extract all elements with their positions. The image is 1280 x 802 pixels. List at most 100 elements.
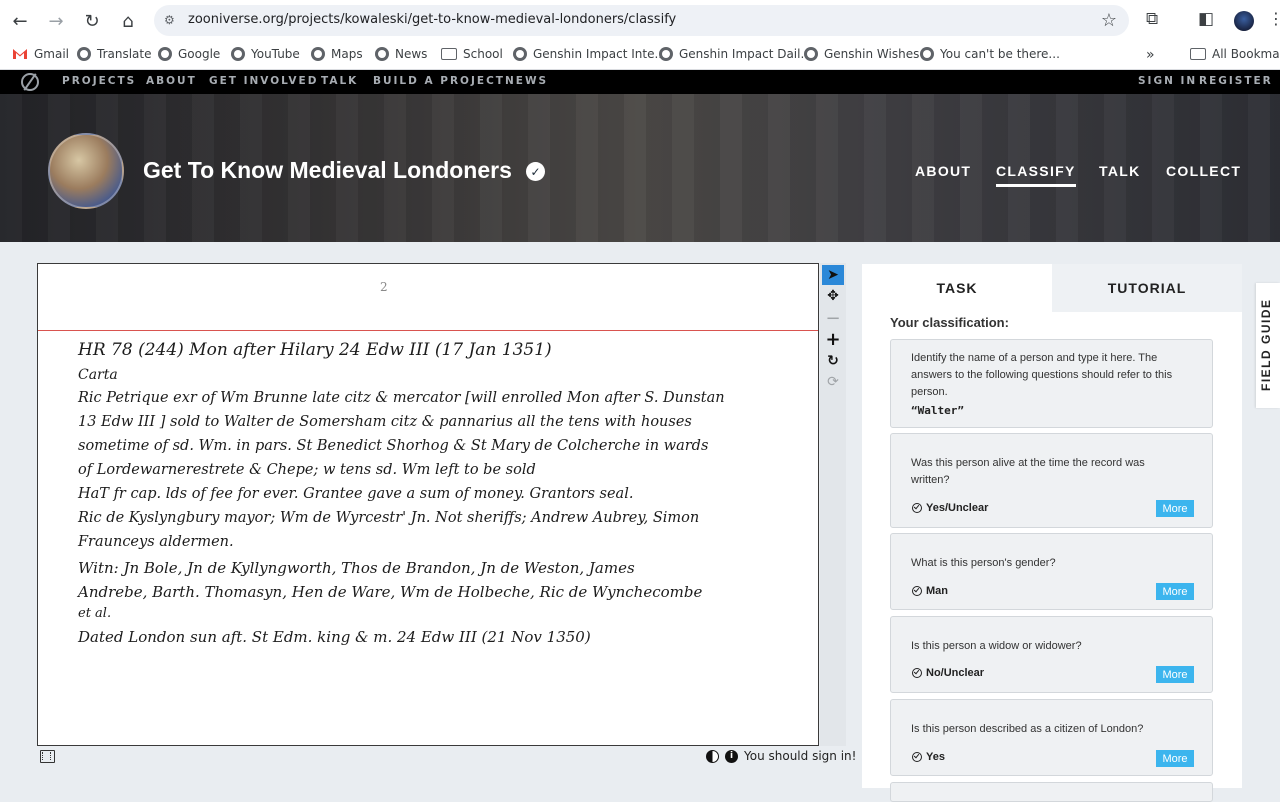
- card-question: Is this person described as a citizen of…: [911, 723, 1144, 735]
- bookmark-youtube[interactable]: YouTube: [231, 47, 300, 61]
- card-question: Is this person a widow or widower?: [911, 640, 1082, 652]
- bookmark-cant-be-there[interactable]: You can't be there...: [920, 47, 1060, 61]
- bookmark-genshin-interactive[interactable]: Genshin Impact Inte...: [513, 47, 666, 61]
- bookmark-label: Genshin Wishes: [824, 47, 920, 61]
- image-toolbar: ➤ ✥ − + ↻ ⟳: [820, 263, 846, 746]
- browser-toolbar: ← → ↻ ⌂ ⚙ zooniverse.org/projects/kowale…: [0, 0, 1280, 42]
- card-answer: “Walter”: [911, 404, 964, 417]
- nav-projects[interactable]: PROJECTS: [62, 75, 136, 87]
- zoom-in-icon[interactable]: +: [822, 329, 844, 350]
- bookmark-label: Genshin Impact Dail...: [679, 47, 812, 61]
- info-icon[interactable]: i: [725, 749, 738, 763]
- bookmark-label: Genshin Impact Inte...: [533, 47, 666, 61]
- tab-collect[interactable]: COLLECT: [1166, 163, 1241, 179]
- check-circle-icon: [912, 752, 922, 762]
- nav-build-project[interactable]: BUILD A PROJECT: [373, 75, 505, 87]
- pointer-icon[interactable]: ➤: [822, 265, 844, 285]
- summary-card: Is this person a widow or widower? No/Un…: [890, 616, 1213, 693]
- signin-note-text[interactable]: You should sign in!: [744, 749, 856, 763]
- move-icon[interactable]: ✥: [822, 286, 844, 306]
- reset-icon[interactable]: ⟳: [822, 372, 844, 392]
- rotate-icon[interactable]: ↻: [822, 351, 844, 371]
- bookmarks-bar: Gmail Translate Google YouTube Maps News…: [0, 42, 1280, 70]
- bookmarks-overflow[interactable]: »: [1146, 47, 1155, 63]
- invert-icon[interactable]: [706, 749, 719, 763]
- card-answer: No/Unclear: [912, 667, 984, 679]
- project-title[interactable]: Get To Know Medieval Londoners: [143, 157, 512, 184]
- handwritten-line: Witn: Jn Bole, Jn de Kyllyngworth, Thos …: [78, 559, 635, 577]
- summary-card: Was this person alive at the time the re…: [890, 433, 1213, 528]
- card-question: What is this person's gender?: [911, 557, 1056, 569]
- film-icon[interactable]: [40, 750, 55, 763]
- bookmark-label: All Bookmarks: [1212, 47, 1280, 61]
- forward-arrow-icon[interactable]: →: [44, 9, 68, 33]
- tab-classify[interactable]: CLASSIFY: [996, 163, 1076, 187]
- profile-avatar[interactable]: [1234, 11, 1254, 31]
- sidebar-icon[interactable]: ◧: [1198, 9, 1214, 29]
- globe-icon: [659, 47, 673, 61]
- nav-talk[interactable]: TALK: [321, 75, 358, 87]
- verified-badge-icon: ✓: [526, 162, 545, 181]
- bookmark-label: Gmail: [34, 47, 70, 61]
- globe-icon: [375, 47, 389, 61]
- bookmark-school[interactable]: School: [441, 47, 503, 61]
- extensions-icon[interactable]: ⧉: [1146, 9, 1158, 29]
- menu-icon[interactable]: ⋮: [1268, 9, 1280, 28]
- handwritten-line: Dated London sun aft. St Edm. king & m. …: [78, 628, 591, 646]
- tab-about[interactable]: ABOUT: [915, 163, 971, 179]
- nav-get-involved[interactable]: GET INVOLVED: [209, 75, 318, 87]
- all-bookmarks[interactable]: All Bookmarks: [1190, 47, 1280, 61]
- answer-text: Yes: [926, 751, 945, 763]
- handwritten-line: HR 78 (244) Mon after Hilary 24 Edw III …: [78, 340, 552, 360]
- zooniverse-logo-icon[interactable]: [21, 73, 39, 91]
- signin-note: i You should sign in!: [706, 749, 856, 763]
- back-arrow-icon[interactable]: ←: [8, 9, 32, 33]
- bookmark-genshin-daily[interactable]: Genshin Impact Dail...: [659, 47, 812, 61]
- check-circle-icon: [912, 668, 922, 678]
- margin-line: [38, 330, 818, 331]
- handwritten-line: of Lordewarnerestrete & Chepe; w tens sd…: [78, 462, 536, 478]
- globe-icon: [77, 47, 91, 61]
- more-button[interactable]: More: [1156, 750, 1194, 767]
- folder-icon: [441, 48, 457, 60]
- register-link[interactable]: REGISTER: [1199, 75, 1273, 87]
- handwritten-line: sometime of sd. Wm. in pars. St Benedict…: [78, 438, 709, 454]
- bookmark-label: Translate: [97, 47, 152, 61]
- nav-news[interactable]: NEWS: [505, 75, 548, 87]
- field-guide-tab[interactable]: FIELD GUIDE: [1256, 283, 1280, 408]
- more-button[interactable]: More: [1156, 500, 1194, 517]
- handwritten-line: Fraunceys aldermen.: [78, 534, 234, 550]
- summary-card: Identify the name of a person and type i…: [890, 339, 1213, 428]
- tab-tutorial[interactable]: TUTORIAL: [1052, 264, 1242, 312]
- url-text[interactable]: zooniverse.org/projects/kowaleski/get-to…: [188, 12, 676, 27]
- tab-talk[interactable]: TALK: [1099, 163, 1141, 179]
- bookmark-maps[interactable]: Maps: [311, 47, 363, 61]
- more-button[interactable]: More: [1156, 666, 1194, 683]
- site-settings-icon[interactable]: ⚙: [164, 13, 180, 29]
- sign-in-link[interactable]: SIGN IN: [1138, 75, 1197, 87]
- home-icon[interactable]: ⌂: [116, 9, 140, 33]
- globe-icon: [231, 47, 245, 61]
- folder-icon: [1190, 48, 1206, 60]
- project-avatar[interactable]: [48, 133, 124, 209]
- handwritten-line: 13 Edw III ] sold to Walter de Somersham…: [78, 414, 692, 430]
- bookmark-translate[interactable]: Translate: [77, 47, 152, 61]
- card-answer: Yes: [912, 751, 945, 763]
- bookmark-google[interactable]: Google: [158, 47, 220, 61]
- answer-text: Man: [926, 585, 948, 597]
- nav-about[interactable]: ABOUT: [146, 75, 197, 87]
- subject-image[interactable]: 2 HR 78 (244) Mon after Hilary 24 Edw II…: [37, 263, 819, 746]
- bookmark-genshin-wishes[interactable]: Genshin Wishes: [804, 47, 919, 61]
- zoom-out-icon[interactable]: −: [822, 308, 844, 329]
- globe-icon: [311, 47, 325, 61]
- bookmark-gmail[interactable]: Gmail: [12, 47, 69, 61]
- bookmark-news[interactable]: News: [375, 47, 427, 61]
- card-answer: Man: [912, 585, 948, 597]
- star-icon[interactable]: ☆: [1101, 10, 1117, 31]
- address-bar[interactable]: ⚙ zooniverse.org/projects/kowaleski/get-…: [154, 5, 1129, 36]
- tab-task[interactable]: TASK: [862, 264, 1052, 312]
- bookmark-label: YouTube: [251, 47, 300, 61]
- reload-icon[interactable]: ↻: [80, 9, 104, 33]
- answer-text: Yes/Unclear: [926, 502, 989, 514]
- more-button[interactable]: More: [1156, 583, 1194, 600]
